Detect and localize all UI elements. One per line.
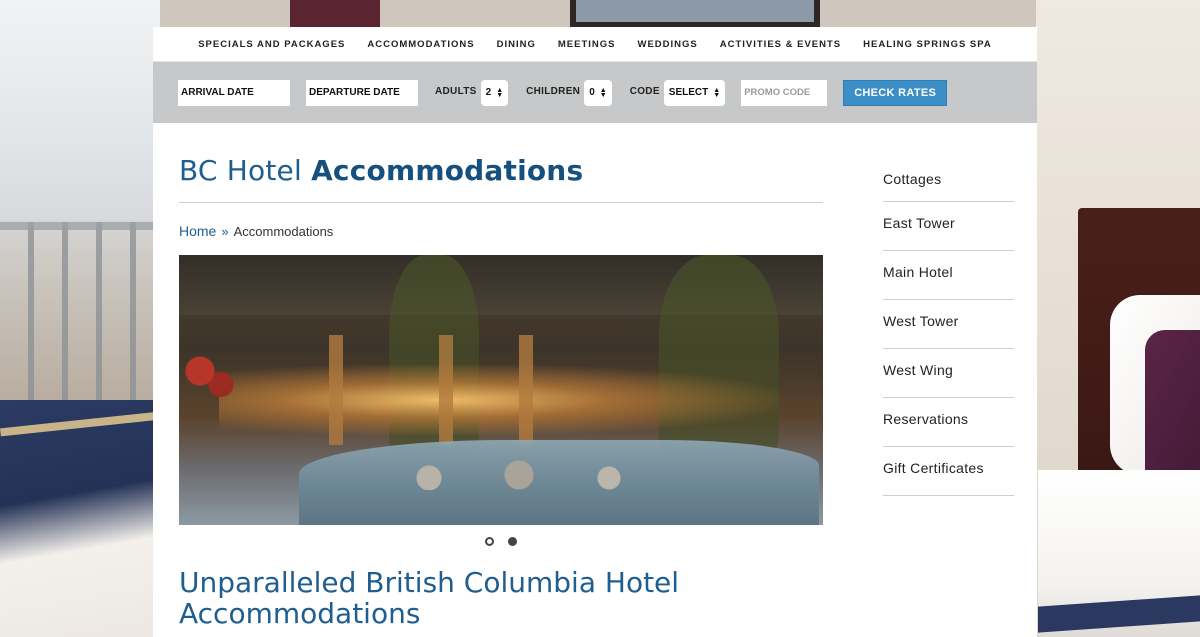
- image-slider[interactable]: [179, 255, 823, 525]
- check-rates-button[interactable]: CHECK RATES: [843, 79, 948, 106]
- slide-flowers: [179, 335, 249, 425]
- title-divider: [179, 202, 823, 203]
- sidebar-item-west-wing[interactable]: West Wing: [883, 349, 1014, 398]
- nav-specials-and-packages[interactable]: SPECIALS AND PACKAGES: [187, 39, 356, 50]
- sidebar-item-east-tower[interactable]: East Tower: [883, 202, 1014, 251]
- section-title: Unparalleled British Columbia Hotel Acco…: [179, 566, 680, 630]
- background-balcony-rail: [0, 222, 160, 422]
- breadcrumb-current: Accommodations: [233, 223, 334, 239]
- arrival-date-field[interactable]: ARRIVAL DATE: [178, 79, 290, 106]
- departure-date-field[interactable]: DEPARTURE DATE: [306, 79, 418, 106]
- nav-dining[interactable]: DINING: [486, 39, 547, 50]
- code-select[interactable]: SELECT ▲ ▼: [663, 79, 726, 106]
- adults-select[interactable]: 2 ▲ ▼: [480, 79, 509, 106]
- sidebar-item-reservations[interactable]: Reservations: [883, 398, 1014, 447]
- code-label: CODE: [629, 85, 660, 97]
- adults-label: ADULTS: [435, 85, 477, 97]
- slide-beam: [329, 335, 343, 445]
- slide-rocks: [369, 460, 669, 490]
- slider-dot-1[interactable]: [485, 537, 494, 546]
- sidebar-item-gift-certificates[interactable]: Gift Certificates: [883, 447, 1014, 496]
- sidebar-menu: Cottages East Tower Main Hotel West Towe…: [883, 159, 1014, 496]
- adults-value: 2: [485, 87, 492, 98]
- nav-activities-and-events[interactable]: ACTIVITIES & EVENTS: [709, 39, 852, 50]
- main-content: BC Hotel Accommodations Home » Accommoda…: [179, 123, 823, 629]
- background-window: [0, 0, 160, 220]
- promo-code-field[interactable]: PROMO CODE: [741, 79, 828, 106]
- background-picture-frame: [570, 0, 820, 28]
- sidebar-item-west-tower[interactable]: West Tower: [883, 300, 1014, 349]
- background-curtain: [290, 0, 380, 28]
- page-title-light: BC Hotel: [179, 154, 302, 187]
- page-container: SPECIALS AND PACKAGES ACCOMMODATIONS DIN…: [153, 27, 1037, 637]
- slide-beam: [439, 335, 453, 445]
- booking-bar: ARRIVAL DATE DEPARTURE DATE ADULTS 2 ▲ ▼ …: [153, 62, 1037, 123]
- breadcrumb-home-link[interactable]: Home: [179, 223, 216, 239]
- breadcrumb: Home » Accommodations: [179, 223, 823, 239]
- nav-healing-springs-spa[interactable]: HEALING SPRINGS SPA: [852, 39, 1003, 50]
- slide-beam: [519, 335, 533, 445]
- nav-accommodations[interactable]: ACCOMMODATIONS: [356, 39, 485, 50]
- page-title: BC Hotel Accommodations: [179, 123, 823, 185]
- page-title-bold: Accommodations: [311, 154, 584, 187]
- updown-arrows-icon: ▲ ▼: [599, 86, 607, 99]
- slide-glow: [219, 365, 779, 435]
- sidebar-item-cottages[interactable]: Cottages: [883, 159, 1014, 202]
- children-select[interactable]: 0 ▲ ▼: [584, 79, 612, 106]
- updown-arrows-icon: ▲ ▼: [496, 86, 504, 99]
- code-value: SELECT: [668, 87, 709, 98]
- updown-arrows-icon: ▲ ▼: [713, 86, 721, 99]
- main-navigation: SPECIALS AND PACKAGES ACCOMMODATIONS DIN…: [153, 27, 1037, 62]
- slider-pagination: [179, 537, 823, 546]
- slider-dot-2[interactable]: [508, 537, 517, 546]
- nav-meetings[interactable]: MEETINGS: [547, 39, 627, 50]
- breadcrumb-separator: »: [221, 223, 229, 239]
- nav-weddings[interactable]: WEDDINGS: [626, 39, 708, 50]
- background-bed-left: [0, 400, 160, 637]
- sidebar-item-main-hotel[interactable]: Main Hotel: [883, 251, 1014, 300]
- children-label: CHILDREN: [526, 85, 581, 97]
- background-bed-right: [1038, 470, 1200, 637]
- children-value: 0: [589, 87, 595, 98]
